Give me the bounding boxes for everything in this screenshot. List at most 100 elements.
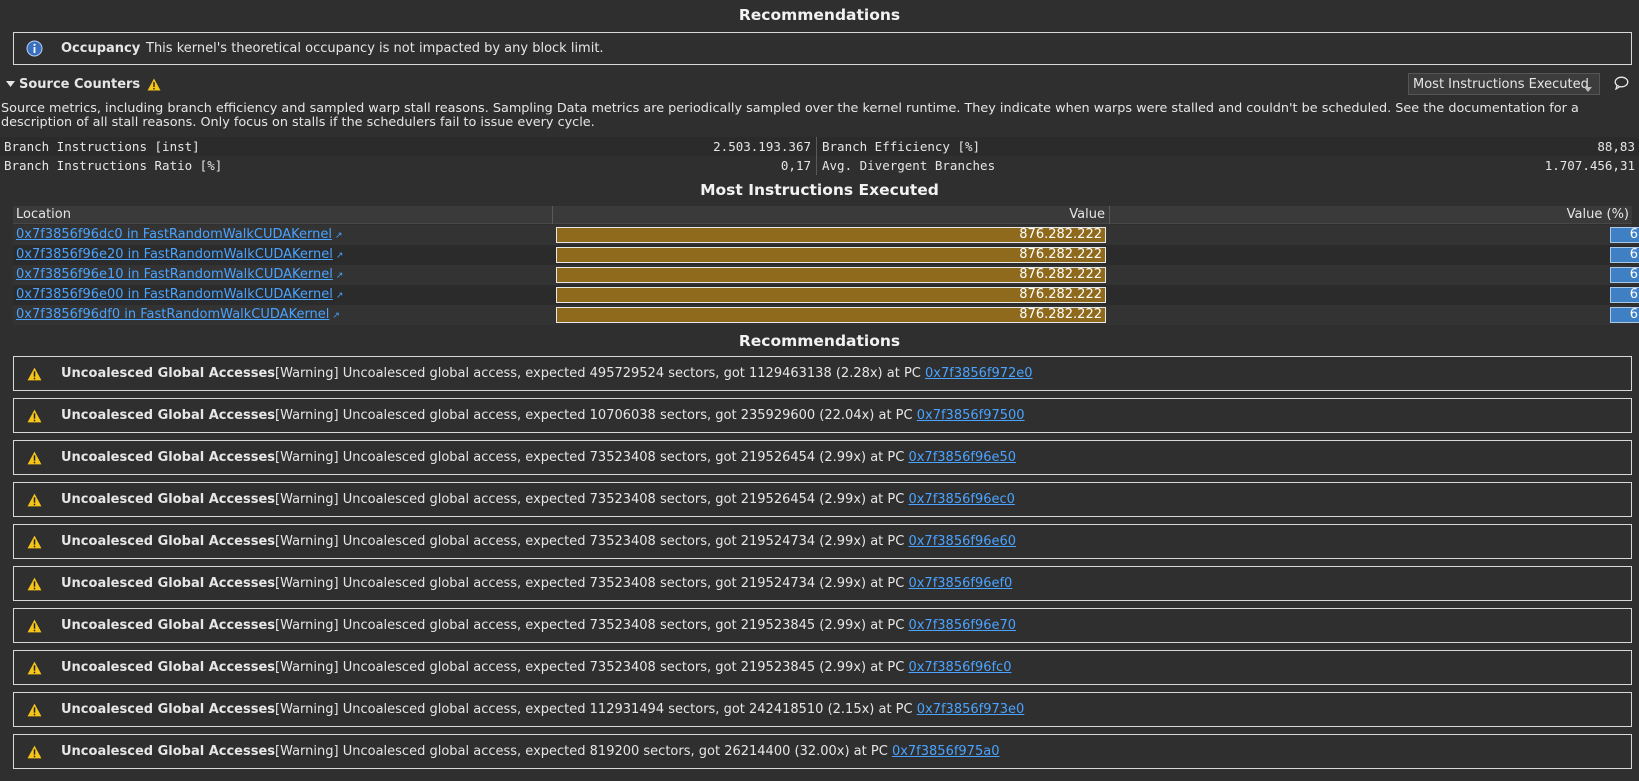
warning-icon xyxy=(23,363,45,385)
pc-link[interactable]: 0x7f3856f96fc0 xyxy=(908,660,1011,675)
metric-label: Branch Instructions [inst] xyxy=(4,139,200,154)
column-value-pct[interactable]: Value (%) xyxy=(1567,207,1629,222)
warning-text: [Warning] Uncoalesced global access, exp… xyxy=(275,450,909,465)
location-link[interactable]: 0x7f3856f96dc0 in FastRandomWalkCUDAKern… xyxy=(16,227,343,242)
location-text: 0x7f3856f96df0 in FastRandomWalkCUDAKern… xyxy=(16,307,330,322)
pc-link[interactable]: 0x7f3856f96ef0 xyxy=(908,576,1012,591)
uncoalesced-warning[interactable]: Uncoalesced Global Accesses [Warning] Unc… xyxy=(13,692,1632,727)
source-counters-dropdown[interactable]: Most Instructions Executed xyxy=(1408,73,1600,95)
warning-title: Uncoalesced Global Accesses xyxy=(61,534,276,549)
pc-link[interactable]: 0x7f3856f97500 xyxy=(917,408,1025,423)
location-link[interactable]: 0x7f3856f96e00 in FastRandomWalkCUDAKern… xyxy=(16,287,343,302)
uncoalesced-warning[interactable]: Uncoalesced Global Accesses [Warning] Unc… xyxy=(13,482,1632,517)
uncoalesced-warning[interactable]: Uncoalesced Global Accesses [Warning] Unc… xyxy=(13,398,1632,433)
warning-text: [Warning] Uncoalesced global access, exp… xyxy=(275,618,909,633)
warning-message: [Warning] Uncoalesced global access, exp… xyxy=(275,702,1024,717)
warning-title: Uncoalesced Global Accesses xyxy=(61,366,276,381)
metric-value: 1.707.456,31 xyxy=(1544,158,1635,173)
value-pct-badge: 6 xyxy=(1610,247,1639,263)
table-row[interactable]: 0x7f3856f96e10 in FastRandomWalkCUDAKern… xyxy=(13,265,1639,285)
chevron-down-icon xyxy=(1584,81,1592,96)
occupancy-message: This kernel's theoretical occupancy is n… xyxy=(146,41,604,56)
table-row[interactable]: 0x7f3856f96df0 in FastRandomWalkCUDAKern… xyxy=(13,305,1639,325)
warning-title: Uncoalesced Global Accesses xyxy=(61,702,276,717)
warning-message: [Warning] Uncoalesced global access, exp… xyxy=(275,534,1016,549)
recommendations-title: Recommendations xyxy=(738,6,901,24)
uncoalesced-warning[interactable]: Uncoalesced Global Accesses [Warning] Unc… xyxy=(13,356,1632,391)
uncoalesced-warning[interactable]: Uncoalesced Global Accesses [Warning] Unc… xyxy=(13,734,1632,769)
dropdown-value: Most Instructions Executed xyxy=(1413,76,1589,92)
warning-icon xyxy=(23,489,45,511)
metric-row: Branch Instructions Ratio [%] 0,17 Avg. … xyxy=(0,156,1639,175)
warning-text: [Warning] Uncoalesced global access, exp… xyxy=(275,492,909,507)
warning-text: [Warning] Uncoalesced global access, exp… xyxy=(275,366,926,381)
uncoalesced-warning[interactable]: Uncoalesced Global Accesses [Warning] Unc… xyxy=(13,650,1632,685)
value-pct-badge: 6 xyxy=(1610,307,1639,323)
column-divider xyxy=(552,206,553,224)
value-text: 876.282.222 xyxy=(1019,287,1102,302)
column-value[interactable]: Value xyxy=(1069,207,1105,222)
pc-link[interactable]: 0x7f3856f96e70 xyxy=(908,618,1016,633)
warning-message: [Warning] Uncoalesced global access, exp… xyxy=(275,366,1033,381)
occupancy-recommendation[interactable]: Occupancy This kernel's theoretical occu… xyxy=(13,32,1632,65)
value-pct-badge: 6 xyxy=(1610,267,1639,283)
column-location[interactable]: Location xyxy=(16,207,71,222)
external-link-icon: ↗ xyxy=(335,251,344,261)
external-link-icon: ↗ xyxy=(335,271,344,281)
warning-icon xyxy=(23,531,45,553)
warning-icon xyxy=(23,699,45,721)
column-divider xyxy=(1109,206,1110,224)
warning-icon xyxy=(23,573,45,595)
warning-icon xyxy=(23,405,45,427)
value-text: 876.282.222 xyxy=(1019,227,1102,242)
warning-title: Uncoalesced Global Accesses xyxy=(61,408,276,423)
comment-icon[interactable] xyxy=(1614,76,1629,94)
warning-title: Uncoalesced Global Accesses xyxy=(61,618,276,633)
warning-message: [Warning] Uncoalesced global access, exp… xyxy=(275,618,1016,633)
warning-message: [Warning] Uncoalesced global access, exp… xyxy=(275,408,1025,423)
value-bar: 876.282.222 xyxy=(556,287,1106,303)
value-pct-badge: 6 xyxy=(1610,227,1639,243)
table-row[interactable]: 0x7f3856f96dc0 in FastRandomWalkCUDAKern… xyxy=(13,225,1639,245)
warnings-title: Recommendations xyxy=(738,332,901,350)
table-row[interactable]: 0x7f3856f96e00 in FastRandomWalkCUDAKern… xyxy=(13,285,1639,305)
collapse-triangle-icon[interactable] xyxy=(6,77,16,92)
info-icon xyxy=(23,38,45,60)
location-text: 0x7f3856f96e10 in FastRandomWalkCUDAKern… xyxy=(16,267,333,282)
location-text: 0x7f3856f96dc0 in FastRandomWalkCUDAKern… xyxy=(16,227,332,242)
metric-label: Branch Instructions Ratio [%] xyxy=(4,158,223,173)
uncoalesced-warning[interactable]: Uncoalesced Global Accesses [Warning] Unc… xyxy=(13,608,1632,643)
pc-link[interactable]: 0x7f3856f972e0 xyxy=(925,366,1033,381)
warning-title: Uncoalesced Global Accesses xyxy=(61,576,276,591)
location-link[interactable]: 0x7f3856f96e20 in FastRandomWalkCUDAKern… xyxy=(16,247,343,262)
warning-icon xyxy=(147,78,161,91)
value-bar: 876.282.222 xyxy=(556,307,1106,323)
warning-text: [Warning] Uncoalesced global access, exp… xyxy=(275,702,917,717)
uncoalesced-warning[interactable]: Uncoalesced Global Accesses [Warning] Unc… xyxy=(13,566,1632,601)
warning-text: [Warning] Uncoalesced global access, exp… xyxy=(275,576,909,591)
warning-message: [Warning] Uncoalesced global access, exp… xyxy=(275,492,1015,507)
pc-link[interactable]: 0x7f3856f96e50 xyxy=(908,450,1016,465)
warning-title: Uncoalesced Global Accesses xyxy=(61,660,276,675)
pc-link[interactable]: 0x7f3856f975a0 xyxy=(892,744,1000,759)
value-bar: 876.282.222 xyxy=(556,247,1106,263)
pc-link[interactable]: 0x7f3856f973e0 xyxy=(917,702,1025,717)
table-row[interactable]: 0x7f3856f96e20 in FastRandomWalkCUDAKern… xyxy=(13,245,1639,265)
uncoalesced-warning[interactable]: Uncoalesced Global Accesses [Warning] Unc… xyxy=(13,524,1632,559)
warning-text: [Warning] Uncoalesced global access, exp… xyxy=(275,660,909,675)
value-text: 876.282.222 xyxy=(1019,247,1102,262)
metric-value: 0,17 xyxy=(780,158,811,173)
location-link[interactable]: 0x7f3856f96e10 in FastRandomWalkCUDAKern… xyxy=(16,267,343,282)
source-counters-header[interactable]: Source Counters xyxy=(0,71,1639,97)
external-link-icon: ↗ xyxy=(334,231,343,241)
value-pct-badge: 6 xyxy=(1610,287,1639,303)
location-link[interactable]: 0x7f3856f96df0 in FastRandomWalkCUDAKern… xyxy=(16,307,340,322)
pc-link[interactable]: 0x7f3856f96e60 xyxy=(908,534,1016,549)
warning-text: [Warning] Uncoalesced global access, exp… xyxy=(275,408,917,423)
pc-link[interactable]: 0x7f3856f96ec0 xyxy=(908,492,1014,507)
value-bar: 876.282.222 xyxy=(556,227,1106,243)
most-instructions-title: Most Instructions Executed xyxy=(700,181,939,199)
warning-title: Uncoalesced Global Accesses xyxy=(61,744,276,759)
warning-icon xyxy=(23,447,45,469)
uncoalesced-warning[interactable]: Uncoalesced Global Accesses [Warning] Unc… xyxy=(13,440,1632,475)
